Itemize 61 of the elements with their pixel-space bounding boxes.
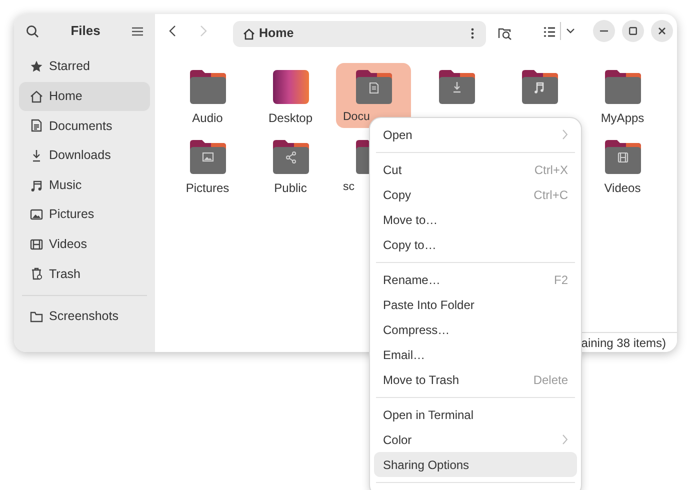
- menu-item[interactable]: Paste Into Folder: [374, 292, 577, 317]
- download-icon: [30, 149, 43, 162]
- folder-icon: [354, 69, 392, 105]
- shortcut-label: Ctrl+C: [534, 186, 568, 204]
- home-icon: [243, 28, 255, 40]
- folder-label: Pictures: [186, 180, 230, 197]
- trash-icon: [30, 267, 43, 280]
- sidebar-item[interactable]: Trash: [19, 259, 150, 289]
- sidebar-item[interactable]: Downloads: [19, 140, 150, 170]
- shortcut-label: F2: [554, 272, 568, 288]
- sidebar-item[interactable]: Documents: [19, 111, 150, 141]
- shortcut-label: Ctrl+X: [534, 162, 568, 178]
- folder-label: Desktop: [268, 110, 313, 127]
- menu-item[interactable]: Move to…: [374, 207, 577, 232]
- path-label: Home: [259, 25, 294, 42]
- close-button[interactable]: [651, 20, 673, 42]
- back-icon[interactable]: [169, 25, 176, 37]
- film-icon: [30, 238, 43, 251]
- menu-item[interactable]: Email…: [374, 342, 577, 367]
- maximize-icon: [629, 27, 637, 35]
- sidebar-item[interactable]: Pictures: [19, 200, 150, 230]
- sidebar-item[interactable]: Home: [19, 82, 150, 112]
- status-text: aining 38 items): [581, 334, 666, 352]
- menu-item[interactable]: Sharing Options: [374, 452, 577, 477]
- folder-label: MyApps: [600, 110, 644, 127]
- folder-label: Docu: [342, 110, 370, 125]
- caret-icon[interactable]: [566, 28, 575, 34]
- document-icon: [30, 119, 43, 132]
- list-view-icon[interactable]: [544, 27, 555, 37]
- picture-icon: [30, 208, 43, 222]
- menu-item[interactable]: Copy Ctrl+C: [374, 182, 577, 207]
- shortcut-label: Delete: [533, 372, 568, 388]
- folder-label: Audio: [192, 110, 223, 127]
- search-icon[interactable]: [26, 24, 39, 38]
- path-bar[interactable]: Home: [233, 20, 486, 46]
- menu-item[interactable]: Rename… F2: [374, 267, 577, 292]
- maximize-button[interactable]: [622, 20, 644, 42]
- folder-label: Videos: [604, 180, 641, 197]
- menu-item[interactable]: Copy to…: [374, 232, 577, 257]
- menu-icon[interactable]: [132, 26, 143, 36]
- more-icon[interactable]: [471, 28, 474, 39]
- menu-item[interactable]: Move to Trash Delete: [374, 367, 577, 392]
- home-icon: [30, 90, 43, 103]
- close-icon: [658, 27, 666, 35]
- menu-item[interactable]: Color: [374, 427, 577, 452]
- folder-item[interactable]: Docu: [336, 63, 411, 128]
- menu-item[interactable]: Compress…: [374, 317, 577, 342]
- menu-item[interactable]: Open in Terminal: [374, 402, 577, 427]
- folder-icon: [30, 310, 43, 324]
- sidebar-item[interactable]: Starred: [19, 52, 150, 82]
- folder-search-icon[interactable]: [498, 26, 512, 40]
- folder-label: Public: [274, 180, 307, 197]
- star-icon: [30, 60, 43, 74]
- folder-label: sc: [342, 180, 354, 195]
- sidebar-title: Files: [70, 22, 100, 40]
- sidebar-item[interactable]: Videos: [19, 230, 150, 260]
- music-note-icon: [30, 178, 43, 192]
- sidebar-item[interactable]: Screenshots: [19, 302, 150, 332]
- minimize-icon: [600, 30, 608, 32]
- menu-item[interactable]: Cut Ctrl+X: [374, 157, 577, 182]
- sidebar-item[interactable]: Music: [19, 170, 150, 200]
